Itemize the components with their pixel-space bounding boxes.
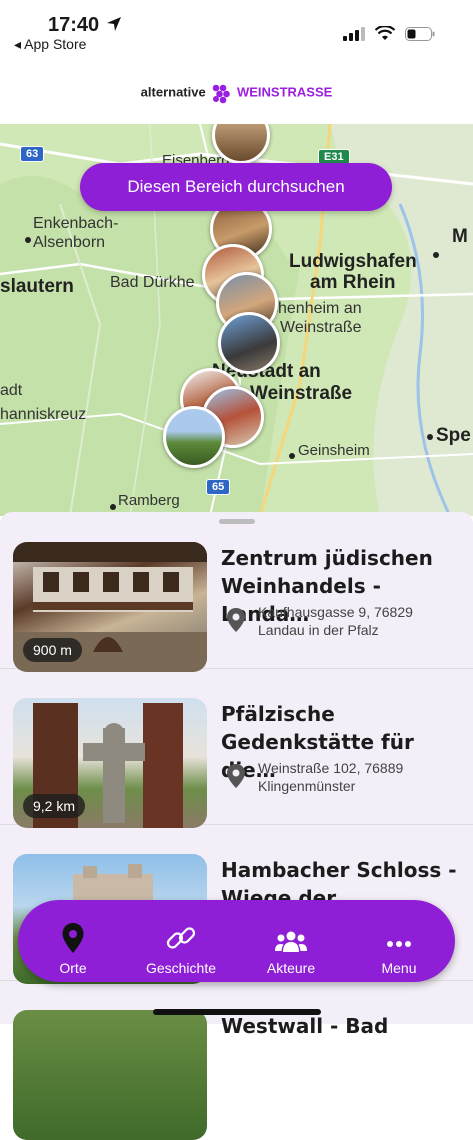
home-indicator bbox=[153, 1009, 321, 1015]
distance-badge: 9,2 km bbox=[23, 794, 86, 818]
road-shield-a63: 63 bbox=[20, 146, 45, 162]
map-label-m: M bbox=[452, 226, 468, 247]
map-label-ludwigshafen-2: am Rhein bbox=[310, 272, 396, 293]
map-label-hassloch-2: Weinstraße bbox=[280, 319, 362, 336]
road-shield-a65: 65 bbox=[206, 479, 231, 495]
place-card[interactable]: Westwall - Bad bbox=[0, 980, 473, 1140]
tab-label: Menu bbox=[381, 960, 417, 976]
address-line-1: Weinstraße 102, 76889 bbox=[258, 760, 404, 776]
map-label-alsenborn: Alsenborn bbox=[33, 234, 106, 251]
map-label-neustadt-2: Weinstraße bbox=[250, 383, 353, 404]
tab-akteure[interactable]: Akteure bbox=[241, 900, 341, 982]
battery-icon bbox=[405, 26, 435, 41]
brand-logo: alternative WEINSTRASSE bbox=[0, 82, 473, 104]
location-pin-icon bbox=[227, 764, 245, 788]
map-pin-icon bbox=[62, 923, 84, 953]
people-icon bbox=[275, 931, 307, 952]
status-icons bbox=[343, 26, 435, 41]
location-arrow-icon bbox=[107, 17, 121, 31]
place-image bbox=[13, 1010, 207, 1140]
tab-orte[interactable]: Orte bbox=[23, 900, 123, 982]
location-pin-icon bbox=[227, 608, 245, 632]
back-to-app-store-link[interactable]: ◂ App Store bbox=[14, 36, 86, 53]
map-label-hassloch-1: chenheim an bbox=[270, 300, 362, 317]
address-line-2: Klingenmünster bbox=[258, 778, 356, 794]
search-area-button[interactable]: Diesen Bereich durchsuchen bbox=[80, 163, 392, 211]
map-label-adt: adt bbox=[0, 382, 23, 399]
map-label-speyer: Spe bbox=[436, 425, 471, 446]
wifi-icon bbox=[375, 26, 395, 40]
tab-label: Akteure bbox=[266, 960, 316, 976]
place-address: Kaufhausgasse 9, 76829 Landau in der Pfa… bbox=[258, 603, 413, 639]
map-pin[interactable] bbox=[218, 312, 280, 374]
distance-badge: 900 m bbox=[23, 638, 82, 662]
place-image: 9,2 km bbox=[13, 698, 207, 828]
place-card[interactable]: 900 m Zentrum jüdischen Weinhandels - La… bbox=[0, 512, 473, 672]
more-dots-icon bbox=[387, 941, 411, 947]
bottom-tab-bar: Orte Geschichte Akteure Menu bbox=[18, 900, 455, 982]
address-line-2: Landau in der Pfalz bbox=[258, 622, 379, 638]
map-label-geinsheim: Geinsheim bbox=[298, 442, 370, 459]
place-image: 900 m bbox=[13, 542, 207, 672]
map-label-ludwigshafen-1: Ludwigshafen bbox=[289, 251, 417, 272]
map-label-kaiserslautern: slautern bbox=[0, 276, 74, 297]
status-bar: 17:40 ◂ App Store bbox=[0, 0, 473, 60]
place-title: Westwall - Bad bbox=[221, 1014, 389, 1038]
place-address: Weinstraße 102, 76889 Klingenmünster bbox=[258, 759, 403, 795]
signal-icon bbox=[343, 26, 365, 41]
brand-part-1: alternative bbox=[140, 84, 206, 100]
place-card[interactable]: 9,2 km Pfälzische Gedenkstätte für die… … bbox=[0, 668, 473, 828]
tab-menu[interactable]: Menu bbox=[349, 900, 449, 982]
map-label-johanniskreuz: hanniskreuz bbox=[0, 406, 87, 423]
address-line-1: Kaufhausgasse 9, 76829 bbox=[258, 604, 413, 620]
tab-label: Orte bbox=[59, 960, 87, 976]
tab-label: Geschichte bbox=[145, 960, 217, 976]
map-label-bad-duerkheim: Bad Dürkhe bbox=[110, 274, 195, 291]
status-time: 17:40 bbox=[48, 14, 100, 36]
map-label-ramberg: Ramberg bbox=[118, 492, 180, 509]
tab-geschichte[interactable]: Geschichte bbox=[131, 900, 231, 982]
link-icon bbox=[166, 927, 196, 949]
map-label-enkenbach: Enkenbach- bbox=[33, 215, 119, 232]
map-pin[interactable] bbox=[163, 406, 225, 468]
brand-part-2: WEINSTRASSE bbox=[236, 84, 333, 100]
grape-icon bbox=[213, 84, 231, 104]
